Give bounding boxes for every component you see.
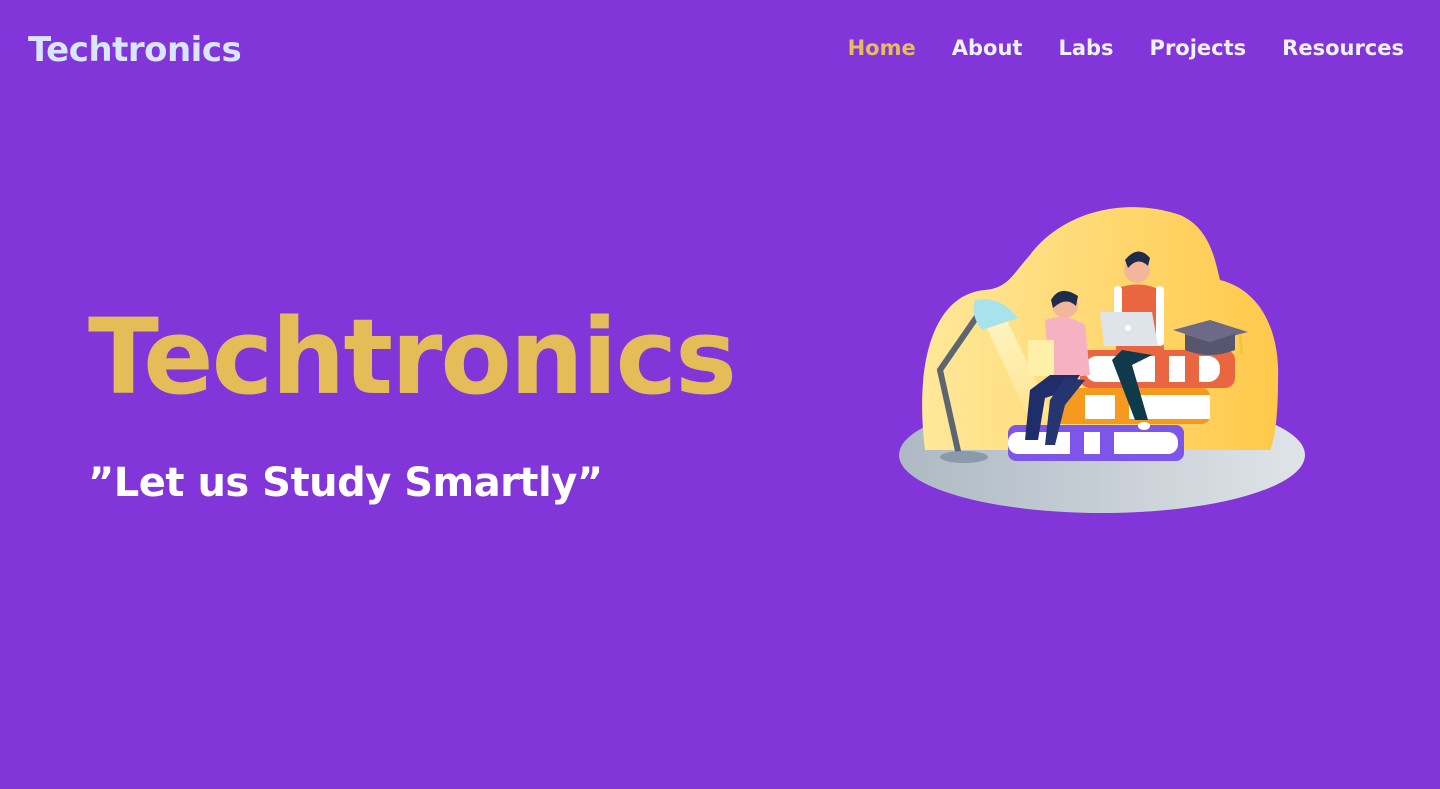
main-nav: Home About Labs Projects Resources (848, 36, 1404, 60)
hero-tagline: ”Let us Study Smartly” (88, 460, 603, 506)
nav-labs[interactable]: Labs (1058, 36, 1113, 60)
page: Techtronics Home About Labs Projects Res… (0, 0, 1440, 789)
hero-title: Techtronics (88, 296, 737, 418)
students-studying-illustration (899, 207, 1305, 513)
nav-about[interactable]: About (952, 36, 1023, 60)
nav-resources[interactable]: Resources (1282, 36, 1404, 60)
nav-home[interactable]: Home (848, 36, 916, 60)
nav-projects[interactable]: Projects (1150, 36, 1247, 60)
brand-logo-link[interactable]: Techtronics (28, 30, 242, 70)
